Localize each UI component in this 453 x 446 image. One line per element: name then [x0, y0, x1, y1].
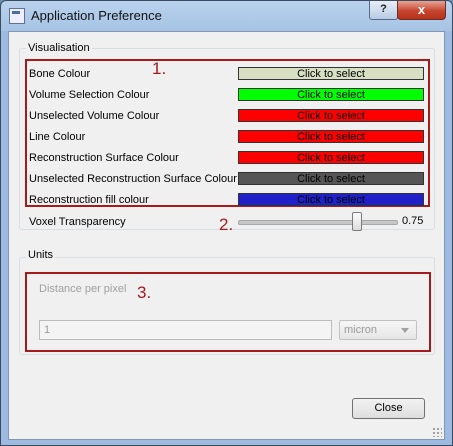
window-title: Application Preference — [31, 8, 162, 23]
colour-select-button[interactable]: Click to select — [238, 67, 424, 80]
colour-select-button[interactable]: Click to select — [238, 88, 424, 101]
annotation-label-2: 2. — [219, 215, 234, 234]
colour-row-label: Reconstruction Surface Colour — [29, 152, 179, 164]
resize-grip-icon[interactable] — [432, 427, 442, 437]
units-group-label: Units — [26, 249, 56, 261]
unit-select[interactable]: micron — [339, 320, 417, 340]
unit-select-value: micron — [344, 324, 378, 336]
colour-select-button[interactable]: Click to select — [238, 193, 424, 206]
distance-per-pixel-input[interactable]: 1 — [39, 320, 332, 340]
dialog-body: Visualisation 1. Voxel Transparency 2. 0… — [8, 31, 445, 440]
app-icon — [9, 8, 25, 24]
visualisation-group-label: Visualisation — [26, 42, 92, 54]
colour-row-label: Bone Colour — [29, 68, 91, 80]
voxel-transparency-value: 0.75 — [402, 215, 424, 227]
colour-row-label: Reconstruction fill colour — [29, 194, 149, 206]
close-window-button[interactable]: x — [397, 1, 446, 20]
colour-select-button[interactable]: Click to select — [238, 130, 424, 143]
colour-row-label: Line Colour — [29, 131, 86, 143]
close-button[interactable]: Close — [352, 398, 425, 419]
title-bar[interactable]: Application Preference ? x — [1, 1, 452, 31]
voxel-transparency-label: Voxel Transparency — [29, 216, 126, 228]
colour-row-label: Unselected Reconstruction Surface Colour — [29, 173, 237, 185]
annotation-label-3: 3. — [137, 283, 152, 302]
colour-select-button[interactable]: Click to select — [238, 172, 424, 185]
colour-row-label: Volume Selection Colour — [29, 89, 150, 101]
voxel-transparency-slider[interactable] — [238, 220, 398, 225]
colour-select-button[interactable]: Click to select — [238, 109, 424, 122]
voxel-transparency-slider-handle[interactable] — [351, 212, 362, 231]
distance-per-pixel-label: Distance per pixel — [39, 283, 127, 295]
chevron-down-icon — [401, 328, 409, 333]
application-window: Application Preference ? x Visualisation… — [0, 0, 453, 446]
help-button[interactable]: ? — [369, 1, 398, 20]
colour-select-button[interactable]: Click to select — [238, 151, 424, 164]
colour-row-label: Unselected Volume Colour — [29, 110, 160, 122]
annotation-label-1: 1. — [152, 59, 167, 78]
